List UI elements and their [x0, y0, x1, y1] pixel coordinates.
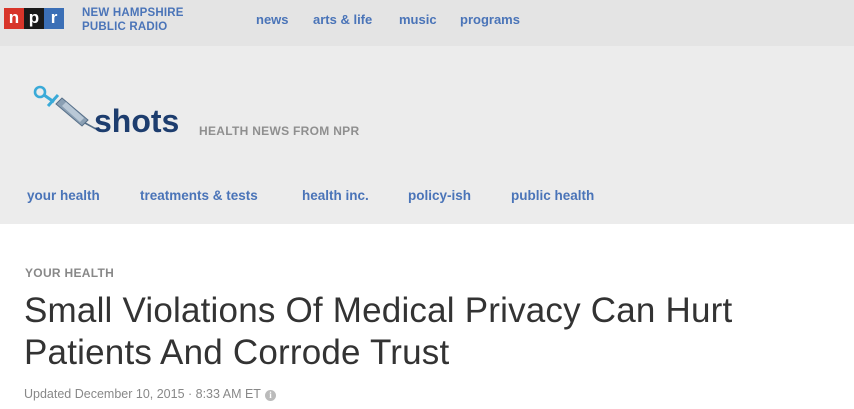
station-name-link[interactable]: NEW HAMPSHIRE PUBLIC RADIO — [82, 6, 184, 34]
article-slug[interactable]: YOUR HEALTH — [25, 266, 114, 280]
npr-logo[interactable]: n p r — [4, 8, 64, 29]
info-icon[interactable]: i — [264, 390, 276, 401]
headline-line2: Patients And Corrode Trust — [24, 333, 450, 372]
shots-wordmark: shots — [94, 103, 179, 139]
section-nav-policy-ish[interactable]: policy-ish — [408, 188, 471, 203]
syringe-icon — [33, 85, 97, 130]
blog-tagline: HEALTH NEWS FROM NPR — [199, 124, 360, 138]
npr-logo-r: r — [44, 8, 64, 29]
top-bar: n p r NEW HAMPSHIRE PUBLIC RADIO news ar… — [0, 0, 854, 46]
dateline-text: Updated December 10, 2015 · 8:33 AM ET — [24, 387, 261, 401]
article-headline: Small Violations Of Medical Privacy Can … — [24, 290, 854, 374]
station-name-line1: NEW HAMPSHIRE — [82, 7, 184, 19]
section-nav-your-health[interactable]: your health — [27, 188, 100, 203]
npr-logo-p: p — [24, 8, 44, 29]
npr-logo-n: n — [4, 8, 24, 29]
top-nav-news[interactable]: news — [256, 12, 289, 27]
top-nav-programs[interactable]: programs — [460, 12, 520, 27]
section-nav-health-inc[interactable]: health inc. — [302, 188, 369, 203]
headline-line1: Small Violations Of Medical Privacy Can … — [24, 291, 733, 330]
article-dateline: Updated December 10, 2015 · 8:33 AM ET i — [24, 387, 276, 401]
blog-header: shots HEALTH NEWS FROM NPR your health t… — [0, 46, 854, 224]
top-nav-arts-life[interactable]: arts & life — [313, 12, 372, 27]
article: YOUR HEALTH Small Violations Of Medical … — [0, 224, 854, 409]
station-name-line2: PUBLIC RADIO — [82, 21, 168, 33]
shots-logo[interactable]: shots — [32, 82, 192, 142]
section-nav-treatments-tests[interactable]: treatments & tests — [140, 188, 258, 203]
top-nav-music[interactable]: music — [399, 12, 437, 27]
section-nav-public-health[interactable]: public health — [511, 188, 594, 203]
